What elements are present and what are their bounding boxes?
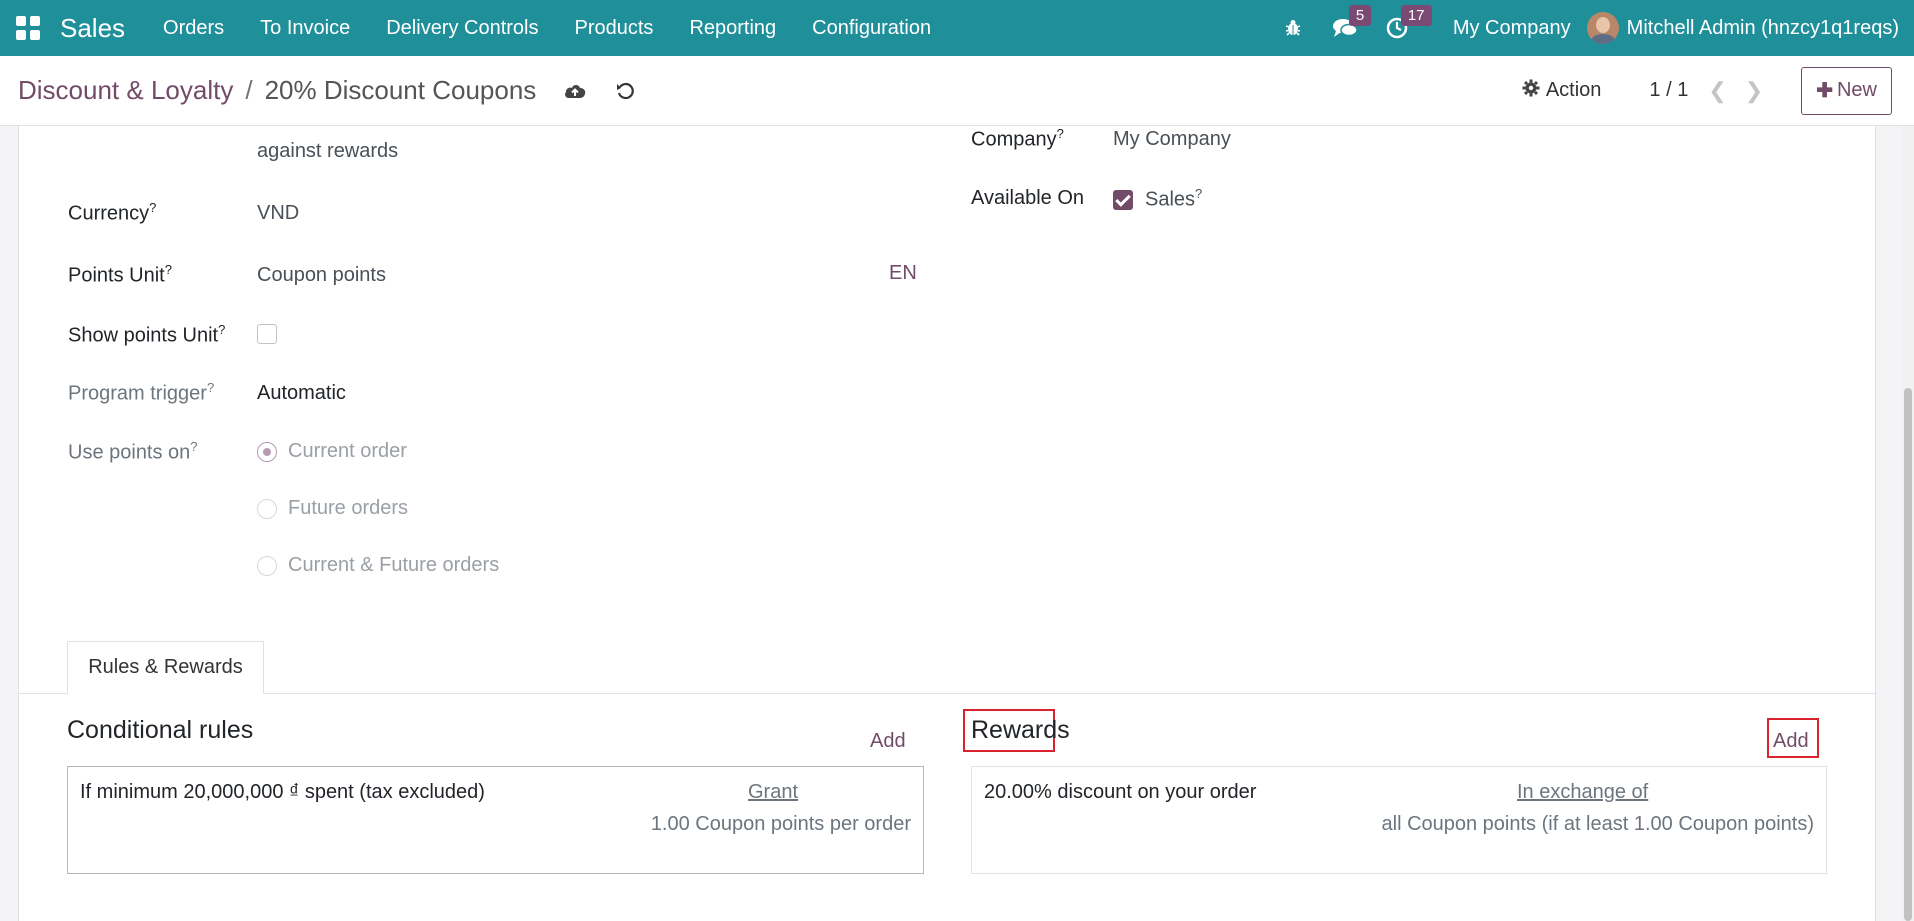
reward-exchange-label: In exchange of [1517, 781, 1649, 803]
radio-label-current-future-orders: Current & Future orders [288, 554, 500, 576]
radio-current-future-orders[interactable] [257, 556, 277, 576]
menu-to-invoice[interactable]: To Invoice [242, 0, 368, 56]
clock-icon[interactable]: 17 [1371, 0, 1432, 56]
save-cloud-icon[interactable] [560, 76, 590, 106]
sales-checkbox-label: Sales? [1145, 186, 1203, 211]
action-label: Action [1545, 79, 1602, 101]
menu-orders[interactable]: Orders [145, 0, 242, 56]
activities-badge: 17 [1400, 5, 1432, 26]
show-points-unit-checkbox[interactable] [257, 324, 277, 344]
chevron-right-icon[interactable]: ❯ [1745, 78, 1763, 104]
breadcrumb: Discount & Loyalty / 20% Discount Coupon… [18, 75, 536, 106]
sales-checkbox[interactable] [1113, 190, 1133, 210]
company-switcher[interactable]: My Company [1453, 17, 1571, 40]
breadcrumb-current: 20% Discount Coupons [264, 75, 537, 105]
reward-points: all Coupon points (if at least 1.00 Coup… [1381, 813, 1815, 835]
menu-configuration[interactable]: Configuration [794, 0, 949, 56]
new-button[interactable]: ✚ New [1801, 66, 1892, 115]
app-name[interactable]: Sales [60, 13, 125, 44]
radio-label-future-orders: Future orders [288, 497, 409, 519]
breadcrumb-parent[interactable]: Discount & Loyalty [18, 75, 233, 106]
currency-label: Currency? [68, 200, 157, 225]
radio-label-current-order: Current order [288, 440, 407, 462]
company-label: Company? [971, 126, 1064, 151]
avatar[interactable] [1586, 12, 1619, 44]
available-on-label: Available On [971, 187, 1085, 209]
reward-card[interactable]: 20.00% discount on your order In exchang… [971, 766, 1827, 874]
messages-badge: 5 [1348, 5, 1372, 26]
plus-icon: ✚ [1816, 80, 1833, 102]
tab-divider [19, 693, 1877, 694]
show-points-unit-label: Show points Unit? [68, 322, 226, 347]
discard-undo-icon[interactable] [610, 76, 640, 106]
breadcrumb-separator: / [245, 75, 253, 105]
menu-products[interactable]: Products [557, 0, 672, 56]
user-menu[interactable]: Mitchell Admin (hnzcy1q1reqs) [1627, 17, 1899, 40]
points-unit-input[interactable]: Coupon points [257, 264, 386, 287]
truncated-description: against rewards [257, 140, 399, 162]
chat-icon[interactable]: 5 [1319, 0, 1372, 56]
use-points-on-label: Use points on? [68, 439, 198, 464]
rule-points: 1.00 Coupon points per order [650, 813, 911, 835]
gear-icon [1522, 79, 1540, 103]
pager-value[interactable]: 1 / 1 [1649, 79, 1688, 102]
program-trigger-value: Automatic [257, 382, 346, 404]
add-rule-button[interactable]: Add [870, 730, 906, 753]
top-navbar: Sales Orders To Invoice Delivery Control… [0, 0, 1914, 56]
action-button[interactable]: Action [1522, 79, 1602, 103]
apps-grid-icon[interactable] [0, 0, 56, 56]
rule-card[interactable]: If minimum 20,000,000 ₫ spent (tax exclu… [67, 766, 924, 874]
new-label: New [1836, 79, 1877, 101]
rule-condition: If minimum 20,000,000 ₫ spent (tax exclu… [80, 781, 485, 803]
menu-delivery-controls[interactable]: Delivery Controls [368, 0, 556, 56]
conditional-rules-title: Conditional rules [67, 716, 254, 744]
radio-future-orders[interactable] [257, 499, 277, 519]
tab-rules-rewards[interactable]: Rules & Rewards [67, 641, 264, 694]
scrollbar-thumb[interactable] [1904, 388, 1912, 921]
menu-reporting[interactable]: Reporting [671, 0, 794, 56]
control-panel: Discount & Loyalty / 20% Discount Coupon… [0, 56, 1914, 126]
form-sheet: against rewards Currency? VND Points Uni… [18, 126, 1877, 921]
add-reward-button[interactable]: Add [1773, 730, 1809, 753]
bug-icon[interactable] [1267, 0, 1319, 56]
reward-description: 20.00% discount on your order [984, 781, 1257, 803]
company-value[interactable]: My Company [1113, 128, 1231, 151]
language-button[interactable]: EN [889, 262, 917, 285]
points-unit-label: Points Unit? [68, 262, 172, 287]
scrollbar[interactable] [1901, 126, 1914, 921]
currency-value[interactable]: VND [257, 202, 299, 225]
rewards-title: Rewards [971, 716, 1070, 744]
rule-grant-label: Grant [748, 781, 799, 803]
chevron-left-icon[interactable]: ❮ [1708, 78, 1726, 104]
radio-current-order[interactable] [257, 442, 277, 462]
program-trigger-label: Program trigger? [68, 380, 215, 405]
